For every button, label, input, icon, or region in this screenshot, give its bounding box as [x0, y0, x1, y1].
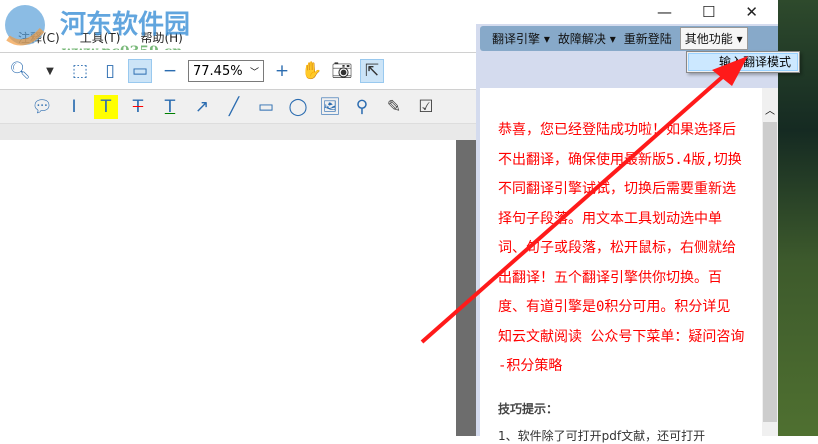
annotation-arrow [420, 56, 748, 344]
arrow-shaft [420, 70, 730, 344]
